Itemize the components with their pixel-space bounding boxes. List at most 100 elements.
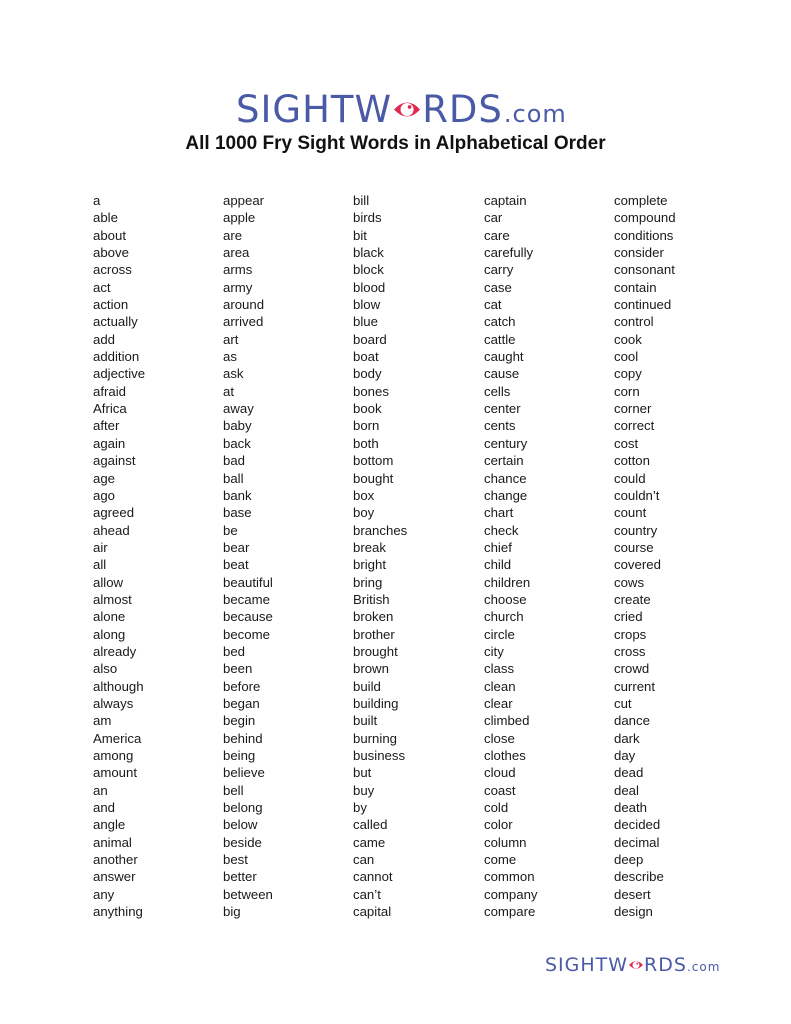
sight-word: bought: [353, 470, 394, 486]
sight-word: alone: [93, 609, 126, 625]
sight-word: allow: [93, 574, 124, 590]
sight-word: cotton: [614, 453, 650, 469]
sight-word: create: [614, 591, 651, 607]
sightwords-logo: SIGHTWORDS.com: [236, 88, 567, 131]
sight-word: answer: [93, 869, 136, 885]
footer-logo-text-end: RDS: [644, 954, 687, 976]
sight-word: birds: [353, 210, 382, 226]
sight-word: couldn’t: [614, 487, 660, 503]
sight-word: country: [614, 522, 658, 538]
sight-word: death: [614, 800, 648, 816]
sight-word: age: [93, 470, 116, 486]
sight-word: brown: [353, 661, 389, 677]
sight-word: corn: [614, 383, 640, 399]
word-column: complete compound conditions consider conson…: [614, 192, 676, 920]
sight-word: been: [223, 661, 253, 677]
sight-word: carry: [484, 262, 514, 278]
sight-word: case: [484, 279, 512, 295]
sight-word: already: [93, 643, 137, 659]
sight-word: best: [223, 852, 248, 868]
sight-word: certain: [484, 453, 524, 469]
sight-word: bright: [353, 557, 386, 573]
sight-word: change: [484, 487, 528, 503]
sight-word: day: [614, 748, 636, 763]
sight-word: cat: [484, 297, 502, 313]
sight-word: box: [353, 487, 375, 503]
sight-word: air: [93, 539, 108, 555]
sight-word: be: [223, 522, 238, 538]
sight-word: black: [353, 245, 384, 261]
sight-word: cross: [614, 643, 646, 659]
sight-word: compare: [484, 904, 536, 920]
sight-word: came: [353, 834, 386, 850]
sight-word: close: [484, 730, 515, 746]
sight-word: by: [353, 800, 367, 816]
sight-word: deal: [614, 782, 639, 798]
sight-word: action: [93, 297, 129, 313]
sight-word: bed: [223, 643, 246, 659]
word-column: appear apple are area arms army around arrived a…: [223, 192, 273, 920]
sight-word: belong: [223, 800, 263, 816]
sight-word: decided: [614, 817, 661, 833]
sight-word: angle: [93, 817, 126, 833]
sight-word: beautiful: [223, 574, 273, 590]
sight-word: agreed: [93, 505, 135, 521]
sight-word: contain: [614, 279, 657, 295]
sight-word: bring: [353, 574, 383, 590]
sight-word: cut: [614, 695, 632, 711]
sight-word: a: [93, 193, 101, 208]
sight-word: amount: [93, 765, 137, 781]
page-title: All 1000 Fry Sight Words in Alphabetical…: [185, 133, 606, 154]
logo-text-start: SIGHTW: [236, 88, 393, 131]
sight-word: beside: [223, 834, 262, 850]
sight-word: course: [614, 539, 654, 555]
sight-word: both: [353, 435, 379, 451]
eye-icon: O: [392, 88, 422, 131]
sight-word: any: [93, 886, 115, 902]
sight-word: almost: [93, 591, 132, 607]
footer-logo-text-start: SIGHTW: [545, 954, 629, 976]
sight-word: after: [93, 418, 120, 434]
sight-word: cool: [614, 349, 639, 365]
sight-word: cannot: [353, 869, 393, 885]
sight-word: buy: [353, 782, 375, 798]
sight-word: dance: [614, 713, 650, 729]
sight-word: back: [223, 435, 251, 451]
sight-word: bones: [353, 383, 389, 399]
sight-word: blue: [353, 314, 378, 330]
sight-word: could: [614, 470, 646, 486]
sight-word: choose: [484, 591, 527, 607]
sight-word: cried: [614, 609, 643, 625]
sight-word: correct: [614, 418, 655, 434]
sight-word: current: [614, 678, 656, 694]
sight-word: art: [223, 331, 239, 347]
sight-word: before: [223, 678, 261, 694]
sight-word: business: [353, 748, 406, 763]
sight-word: class: [484, 661, 515, 677]
sight-word: add: [93, 331, 116, 347]
word-column: a able about above across act action actually ad…: [93, 192, 145, 920]
sight-word: block: [353, 262, 384, 278]
sight-word: copy: [614, 366, 642, 382]
sight-word: are: [223, 227, 243, 243]
sight-word: count: [614, 505, 647, 521]
sight-word: ball: [223, 470, 244, 486]
sight-word: America: [93, 730, 142, 746]
sight-word: column: [484, 834, 527, 850]
sight-word: ahead: [93, 522, 130, 538]
sight-word: can’t: [353, 886, 381, 902]
sight-word: climbed: [484, 713, 530, 729]
sight-word: car: [484, 210, 503, 226]
sight-word: actually: [93, 314, 138, 330]
sight-word: design: [614, 904, 653, 920]
sight-word: color: [484, 817, 513, 833]
sight-word: along: [93, 626, 126, 642]
sight-word: bank: [223, 487, 252, 503]
sight-word: cloud: [484, 765, 516, 781]
sight-word: capital: [353, 904, 392, 920]
sight-word: covered: [614, 557, 661, 573]
sight-word: common: [484, 869, 535, 885]
sight-word: center: [484, 401, 521, 417]
sight-word: anything: [93, 904, 143, 920]
sight-word: children: [484, 574, 531, 590]
